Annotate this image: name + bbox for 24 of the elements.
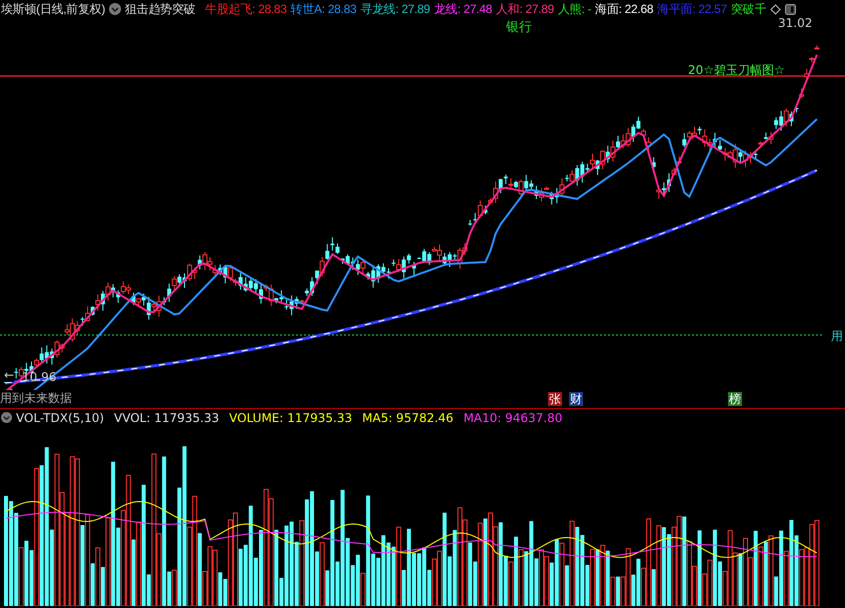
indicator-reading: 海面: 22.68 (595, 0, 654, 18)
signal-label: 20☆碧玉刀幅图☆ (688, 62, 785, 79)
signal-badge: 财 (569, 392, 583, 406)
future-data-warning: 用到未来数据 (0, 390, 72, 407)
high-price-label: 31.02 (778, 16, 812, 30)
volume-reading: VOLUME: 117935.33 (229, 410, 352, 424)
indicator-reading: 龙线: 27.48 (434, 0, 492, 18)
stock-title: 埃斯顿(日线,前复权) (1, 0, 106, 18)
indicator-name: VOL-TDX(5,10) (16, 410, 104, 424)
volume-reading: MA10: 94637.80 (463, 410, 562, 424)
indicator-reading: 海平面: 22.57 (657, 0, 727, 18)
edge-label: 用 (831, 328, 843, 345)
sector-label: 银行 (506, 19, 532, 36)
signal-badge: 榜 (728, 392, 742, 406)
volume-reading: VVOL: 117935.33 (114, 410, 220, 424)
indicator-reading: 人和: 27.89 (496, 0, 554, 18)
signal-badge: 张 (548, 392, 562, 406)
indicator-reading: 突破千 (730, 0, 766, 18)
indicator-reading: 转世A: 28.83 (290, 0, 356, 18)
indicator-reading: 寻龙线: 27.89 (360, 0, 430, 18)
indicator-reading: 牛股起飞: 28.83 (205, 0, 287, 18)
indicator-name: 狙击趋势突破 (125, 0, 196, 18)
volume-reading: MA5: 95782.46 (362, 410, 454, 424)
indicator-reading: 人熊: - (558, 0, 592, 18)
